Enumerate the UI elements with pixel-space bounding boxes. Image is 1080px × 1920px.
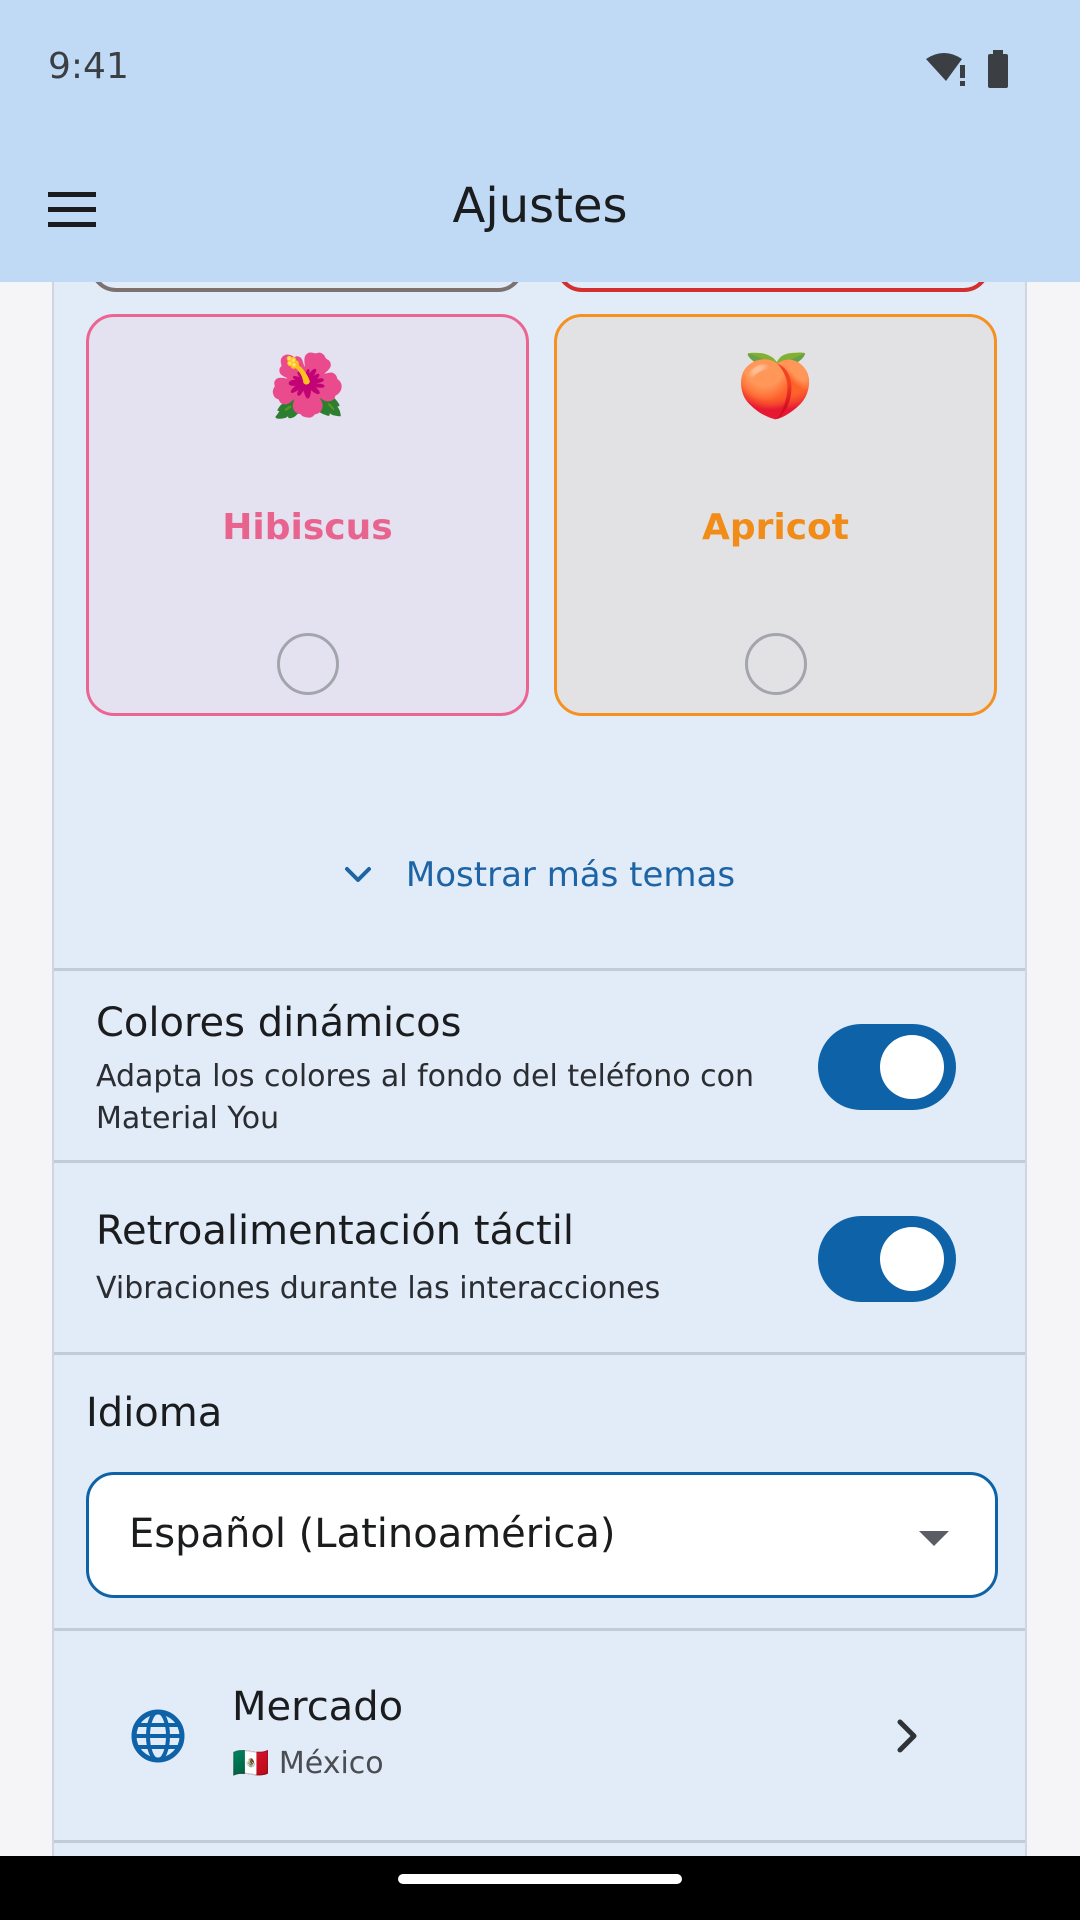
divider [54,1628,1025,1631]
setting-description: Vibraciones durante las interacciones [96,1271,661,1306]
switch-knob [880,1227,944,1291]
market-row[interactable]: Mercado 🇲🇽 México [54,1632,1025,1842]
wifi-alert-icon [926,53,965,86]
divider [54,1352,1025,1355]
divider [54,968,1025,971]
divider [54,1840,1025,1843]
home-gesture-handle[interactable] [398,1874,682,1884]
show-more-label: Mostrar más temas [405,855,736,895]
language-dropdown[interactable]: Español (Latinoamérica) [86,1472,998,1598]
show-more-themes-button[interactable]: Mostrar más temas [54,840,1025,910]
dynamic-colors-switch[interactable] [818,1024,956,1110]
market-value: 🇲🇽 México [232,1746,384,1781]
theme-name: Apricot [701,507,849,548]
battery-icon [988,50,1008,88]
language-label: Idioma [86,1390,223,1436]
switch-knob [880,1035,944,1099]
theme-name: Hibiscus [222,507,393,548]
theme-card-apricot[interactable]: 🍑 Apricot [554,314,997,716]
chevron-down-icon [344,867,371,882]
theme-radio[interactable] [276,633,339,695]
theme-card-hibiscus[interactable]: 🌺 Hibiscus [86,314,529,716]
setting-title: Retroalimentación táctil [96,1208,574,1254]
status-icons [924,50,1010,88]
mexico-flag-icon: 🇲🇽 [232,1746,270,1781]
haptics-switch[interactable] [818,1216,956,1302]
market-title: Mercado [232,1684,404,1730]
hibiscus-icon: 🌺 [268,349,347,422]
theme-radio[interactable] [744,633,807,695]
setting-title: Colores dinámicos [96,1000,462,1046]
dropdown-arrow-icon [919,1531,949,1546]
chevron-right-icon [897,1719,917,1753]
globe-icon [131,1709,185,1763]
status-time: 9:41 [48,46,129,87]
market-country: México [278,1746,384,1781]
system-navigation-bar [0,1856,1080,1920]
setting-description: Adapta los colores al fondo del teléfono… [96,1059,755,1136]
page-title: Ajustes [452,178,628,234]
app-bar: 9:41 Ajustes [0,0,1080,282]
peach-icon: 🍑 [736,349,815,422]
language-value: Español (Latinoamérica) [129,1511,616,1557]
settings-content: 🌺 Hibiscus 🍑 Apricot Mostrar más temas C… [52,0,1027,1920]
divider [54,1160,1025,1163]
